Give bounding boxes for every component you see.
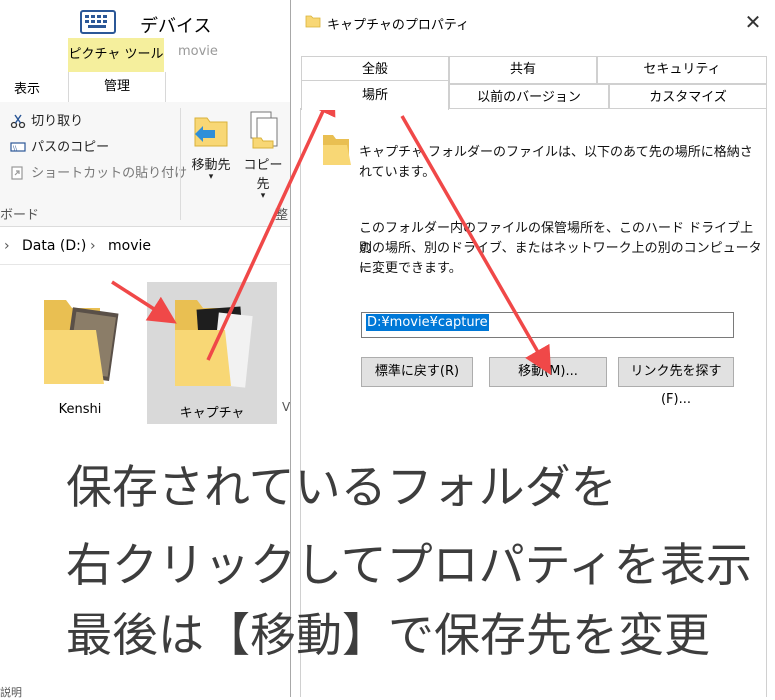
folder-icon xyxy=(175,300,253,388)
tab-label: セキュリティ xyxy=(643,62,721,77)
breadcrumb-chevron-icon: › xyxy=(90,238,96,254)
location-path-value: D:¥movie¥capture xyxy=(366,314,489,331)
tab-label: 全般 xyxy=(361,62,388,77)
tab-label: 以前のバージョン xyxy=(477,90,581,105)
tab-label: 場所 xyxy=(361,88,388,103)
chevron-down-icon: ▾ xyxy=(260,191,266,201)
breadcrumb-chevron-icon: › xyxy=(4,238,10,254)
move-to-button[interactable]: 移動先 ▾ xyxy=(188,108,234,182)
close-button[interactable]: ✕ xyxy=(739,8,767,36)
explorer-window: デバイス ピクチャ ツール 管理 movie 表示 切り取り \\ パスのコピー xyxy=(0,0,293,699)
breadcrumb-folder[interactable]: movie xyxy=(108,238,151,254)
folder-icon xyxy=(44,300,119,384)
tab-label: 共有 xyxy=(509,62,536,77)
explorer-folder-title: movie xyxy=(178,44,218,59)
copy-to-label: コピー先 xyxy=(243,158,283,192)
breadcrumb-drive[interactable]: Data (D:) xyxy=(22,238,86,254)
caption-line-3: 最後は【移動】で保存先を変更 xyxy=(66,608,710,662)
tab-customize[interactable]: カスタマイズ xyxy=(609,84,767,110)
cut-label: 切り取り xyxy=(31,114,84,129)
move-button[interactable]: 移動(M)... xyxy=(489,357,607,387)
tab-previous-versions[interactable]: 以前のバージョン xyxy=(449,84,609,110)
caption-line-1: 保存されているフォルダを xyxy=(66,460,617,514)
folder-item-capture[interactable]: キャプチャ xyxy=(147,282,277,424)
explorer-window-title: デバイス xyxy=(140,16,212,37)
paste-shortcut-label: ショートカットの貼り付け xyxy=(31,166,188,181)
tab-manage[interactable]: 管理 xyxy=(68,72,166,102)
tab-security[interactable]: セキュリティ xyxy=(597,56,767,84)
address-bar[interactable]: › Data (D:) › movie xyxy=(0,230,292,265)
move-to-label: 移動先 xyxy=(191,158,231,173)
caption-line-2: 右クリックしてプロパティを表示 xyxy=(66,538,752,592)
folder-name: Kenshi xyxy=(58,402,102,417)
description-label-partial: 説明 xyxy=(0,686,22,699)
folder-name: キャプチャ xyxy=(179,406,245,421)
properties-dialog: キャプチャのプロパティ ✕ 全般 共有 セキュリティ 以前のバージョン カスタマ… xyxy=(290,0,775,697)
restore-default-button[interactable]: 標準に戻す(R) xyxy=(361,357,473,387)
copy-path-label: パスのコピー xyxy=(31,140,110,155)
paste-shortcut-icon xyxy=(11,165,23,180)
ribbon-separator xyxy=(180,108,181,220)
copy-path-button[interactable]: \\ パスのコピー xyxy=(10,136,109,155)
tab-label: カスタマイズ xyxy=(649,90,727,105)
folder-icon xyxy=(305,15,321,28)
find-target-button[interactable]: リンク先を探す(F)... xyxy=(618,357,734,407)
tab-view[interactable]: 表示 xyxy=(14,78,40,97)
dialog-titlebar[interactable]: キャプチャのプロパティ ✕ xyxy=(291,0,775,44)
tab-location[interactable]: 場所 xyxy=(301,80,449,110)
scissors-icon xyxy=(10,114,26,128)
organize-group-label: 整 xyxy=(275,208,289,223)
location-path-input[interactable]: D:¥movie¥capture xyxy=(361,312,734,338)
close-icon: ✕ xyxy=(744,10,762,34)
copy-to-button[interactable]: コピー先 ▾ xyxy=(238,108,288,201)
folder-icon xyxy=(323,135,351,165)
devices-icon xyxy=(80,10,116,34)
ribbon-context-tab[interactable]: ピクチャ ツール xyxy=(68,38,164,72)
folder-item-kenshi[interactable]: Kenshi xyxy=(30,284,130,424)
dialog-title: キャプチャのプロパティ xyxy=(327,18,470,33)
chevron-down-icon: ▾ xyxy=(208,172,214,182)
cut-button[interactable]: 切り取り xyxy=(10,110,83,129)
location-info-line3: に変更できます。 xyxy=(359,261,462,276)
ribbon-panel: 切り取り \\ パスのコピー ショートカットの貼り付け 移動先 ▾ コピー先 ▾… xyxy=(0,102,292,227)
clipboard-group-label: ボード xyxy=(0,208,40,223)
partial-folder-label: V xyxy=(282,400,291,414)
copy-to-icon xyxy=(250,111,278,149)
copy-path-icon: \\ xyxy=(10,141,26,152)
location-description-line2: れています。 xyxy=(359,165,436,180)
paste-shortcut-button[interactable]: ショートカットの貼り付け xyxy=(10,162,187,181)
tab-sharing[interactable]: 共有 xyxy=(449,56,597,84)
move-to-icon xyxy=(194,117,228,147)
location-description-line1: キャプチャ フォルダーのファイルは、以下のあて先の場所に格納さ xyxy=(359,145,753,160)
